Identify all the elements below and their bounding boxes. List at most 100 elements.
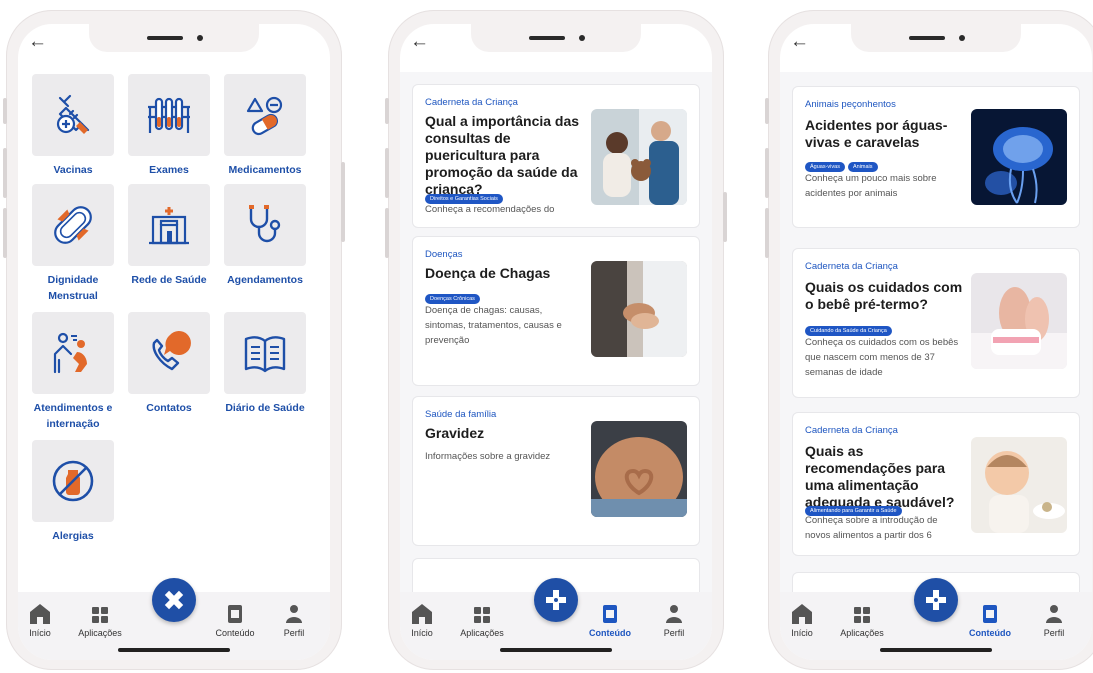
card-description: Conheça um pouco mais sobre acidentes po… (805, 173, 937, 199)
card-title: Quais os cuidados com o bebê pré-termo? (805, 279, 963, 312)
back-arrow-icon[interactable]: ← (410, 32, 430, 52)
content-card[interactable]: Animais peçonhentos Acidentes por águas-… (792, 86, 1080, 228)
tile-alergias[interactable]: Alergias (32, 440, 114, 544)
tile-exames[interactable]: Exames (128, 74, 210, 178)
tile-vacinas[interactable]: Vacinas (32, 74, 114, 178)
tile-diario-de-saude[interactable]: Diário de Saúde (224, 312, 306, 416)
screen: ← Vacinas Exames Medicamentos Dignidade … (18, 24, 330, 660)
tab-perfil[interactable]: Perfil (264, 602, 324, 638)
card-category: Doenças (425, 249, 463, 260)
tab-aplicacoes[interactable]: Aplicações (452, 602, 512, 638)
back-arrow-icon[interactable]: ← (28, 32, 48, 52)
tab-conteudo[interactable]: Conteúdo (960, 602, 1020, 638)
content-feed: Caderneta da Criança Qual a importância … (400, 72, 712, 620)
tab-conteudo[interactable]: Conteúdo (205, 602, 265, 638)
content-icon (983, 605, 997, 623)
allergy-icon (52, 460, 94, 502)
pad-icon (54, 206, 92, 244)
tab-label: Aplicações (78, 628, 122, 638)
tile-medicamentos[interactable]: Medicamentos (224, 74, 306, 178)
tile-rede-de-saude[interactable]: Rede de Saúde (128, 184, 210, 288)
tile-dignidade-menstrual[interactable]: Dignidade Menstrual (32, 184, 114, 304)
card-category: Caderneta da Criança (805, 425, 898, 436)
content-card[interactable]: Caderneta da Criança Quais os cuidados c… (792, 248, 1080, 398)
pills-icon (246, 96, 283, 136)
phone-mockup-content-2: ← Animais peçonhentos Acidentes por água… (765, 10, 1093, 670)
card-description: Conheça a recomendações do (425, 204, 555, 215)
profile-icon (1046, 605, 1062, 623)
hospital-icon (149, 207, 189, 245)
tab-perfil[interactable]: Perfil (644, 602, 704, 638)
card-title: Gravidez (425, 425, 485, 441)
care-icon (53, 332, 87, 374)
phone-mockup-apps: ← Vacinas Exames Medicamentos Dignidade … (3, 10, 345, 670)
book-icon (244, 336, 286, 373)
tile-label: Medicamentos (228, 164, 302, 176)
screen: ← Animais peçonhentos Acidentes por água… (780, 24, 1092, 660)
back-arrow-icon[interactable]: ← (790, 32, 810, 52)
home-indicator (500, 648, 612, 652)
card-image (971, 437, 1067, 533)
content-card[interactable]: Saúde da família Gravidez Informações so… (412, 396, 700, 546)
tile-label: Agendamentos (227, 274, 303, 286)
home-icon (792, 604, 812, 624)
tile-contatos[interactable]: Contatos (128, 312, 210, 416)
vaccine-icon (56, 94, 90, 134)
content-icon (603, 605, 617, 623)
tile-label: Dignidade Menstrual (47, 274, 99, 302)
content-card[interactable]: Caderneta da Criança Quais as recomendaç… (792, 412, 1080, 556)
apps-grid-icon (92, 607, 108, 623)
card-image (971, 109, 1067, 205)
notch (89, 24, 259, 52)
tile-label: Atendimentos e internação (33, 402, 113, 430)
plus-icon (546, 590, 566, 610)
profile-icon (286, 605, 302, 623)
fab-button[interactable] (152, 578, 196, 622)
tab-label: Aplicações (840, 628, 884, 638)
apps-grid-icon (474, 607, 490, 623)
card-category: Animais peçonhentos (805, 99, 896, 110)
card-title: Acidentes por águas-vivas e caravelas (805, 117, 948, 150)
card-category: Caderneta da Criança (805, 261, 898, 272)
card-description: Informações sobre a gravidez (425, 451, 551, 462)
content-card[interactable]: Caderneta da Criança Qual a importância … (412, 84, 700, 228)
tile-label: Vacinas (53, 164, 93, 176)
tab-label: Perfil (283, 628, 305, 638)
tile-agendamentos[interactable]: Agendamentos (224, 184, 306, 288)
notch (471, 24, 641, 52)
tab-perfil[interactable]: Perfil (1024, 602, 1084, 638)
tab-label: Início (29, 628, 51, 638)
fab-button[interactable] (534, 578, 578, 622)
tab-inicio[interactable]: Início (18, 602, 70, 638)
tab-label: Perfil (1043, 628, 1065, 638)
apps-grid-icon (854, 607, 870, 623)
test-tubes-icon (148, 97, 190, 133)
fab-button[interactable] (914, 578, 958, 622)
tab-label: Início (791, 628, 813, 638)
tile-label: Contatos (146, 402, 192, 414)
content-card[interactable]: Doenças Doença de Chagas Doenças Crônica… (412, 236, 700, 386)
card-description: Doença de chagas: causas, sintomas, trat… (425, 305, 562, 346)
profile-icon (666, 605, 682, 623)
card-description: Conheça sobre a introdução de novos alim… (805, 515, 938, 541)
tab-inicio[interactable]: Início (400, 602, 452, 638)
content-icon (228, 605, 242, 623)
home-icon (30, 604, 50, 624)
tab-label: Conteúdo (969, 628, 1011, 638)
tab-aplicacoes[interactable]: Aplicações (832, 602, 892, 638)
card-image (591, 109, 687, 205)
tab-conteudo[interactable]: Conteúdo (580, 602, 640, 638)
tile-label: Diário de Saúde (225, 402, 305, 414)
card-image (591, 261, 687, 357)
home-indicator (880, 648, 992, 652)
card-image (591, 421, 687, 517)
phone-mockup-content-1: ← Caderneta da Criança Qual a importânci… (385, 10, 727, 670)
notch (851, 24, 1021, 52)
tab-label: Conteúdo (215, 628, 255, 638)
card-category: Caderneta da Criança (425, 97, 518, 108)
card-title: Qual a importância das consultas de puer… (425, 113, 580, 197)
tab-aplicacoes[interactable]: Aplicações (70, 602, 130, 638)
tile-atendimentos[interactable]: Atendimentos e internação (32, 312, 114, 432)
plus-icon (926, 590, 946, 610)
tab-inicio[interactable]: Início (780, 602, 832, 638)
